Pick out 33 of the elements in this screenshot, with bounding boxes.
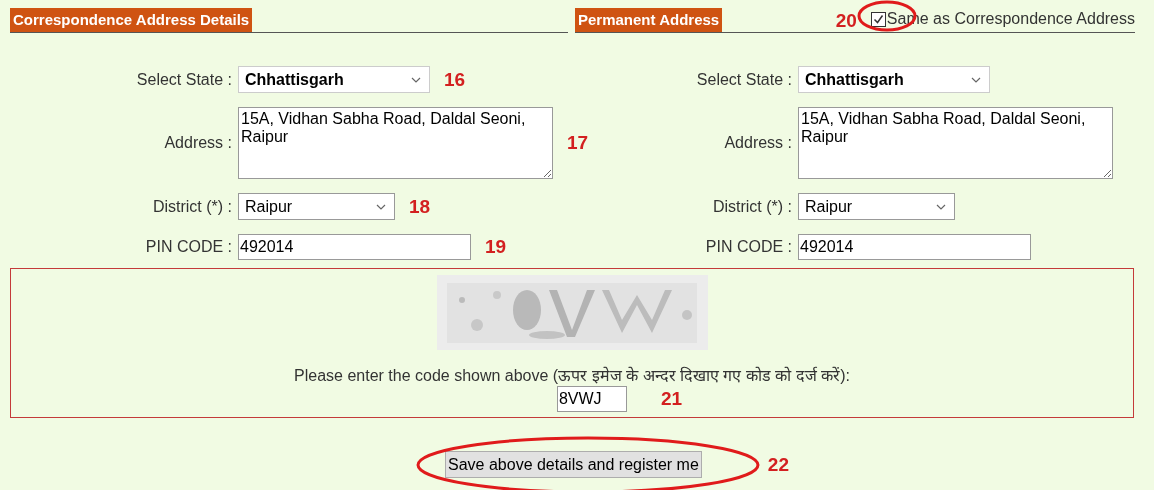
caret-icon (971, 76, 981, 83)
annotation-number: 16 (444, 68, 466, 91)
caret-icon (936, 203, 946, 210)
annotation-number: 20 (835, 10, 857, 32)
field-label: District (*) : (152, 197, 233, 216)
field-label: PIN CODE : (145, 238, 233, 256)
captcha-instruction: Please enter the code shown above (ऊपर इमेज के अन्दर दिखाए गए कोड को दर्ज करें): (294, 365, 850, 386)
dropdown-field[interactable]: Chhattisgarh (238, 66, 430, 93)
section-title: Correspondence Address Details (10, 8, 253, 32)
annotation-number: 17 (567, 132, 589, 154)
caret-icon (376, 203, 386, 210)
address-field[interactable]: 15A, Vidhan Sabha Road, Daldal Seoni, Raipur (238, 107, 553, 179)
caret-icon (411, 76, 421, 83)
register-button[interactable]: Save above details and register me (445, 451, 702, 478)
pin-code-field[interactable]: 492014 (798, 234, 1031, 260)
field-label: Address : (164, 134, 233, 152)
annotation-number: 22 (767, 453, 789, 476)
field-label: Address : (724, 134, 793, 152)
field-label: Select State : (696, 70, 793, 89)
dropdown-field[interactable]: Raipur (238, 193, 395, 220)
field-label: PIN CODE : (705, 238, 793, 256)
address-field[interactable]: 15A, Vidhan Sabha Road, Daldal Seoni, Raipur (798, 107, 1113, 179)
field-label: Select State : (136, 70, 233, 89)
annotation-number: 21 (660, 388, 683, 410)
annotation-number: 18 (409, 195, 431, 218)
captcha-field[interactable]: 8VWJ (556, 386, 627, 412)
dropdown-field[interactable]: Chhattisgarh (798, 66, 990, 93)
dropdown-field[interactable]: Raipur (798, 193, 955, 220)
field-label: District (*) : (712, 197, 793, 216)
pin-code-field[interactable]: 492014 (238, 234, 471, 260)
section-title: Permanent Address (575, 8, 723, 32)
checkbox[interactable] (870, 11, 886, 27)
annotation-number: 19 (485, 236, 507, 258)
